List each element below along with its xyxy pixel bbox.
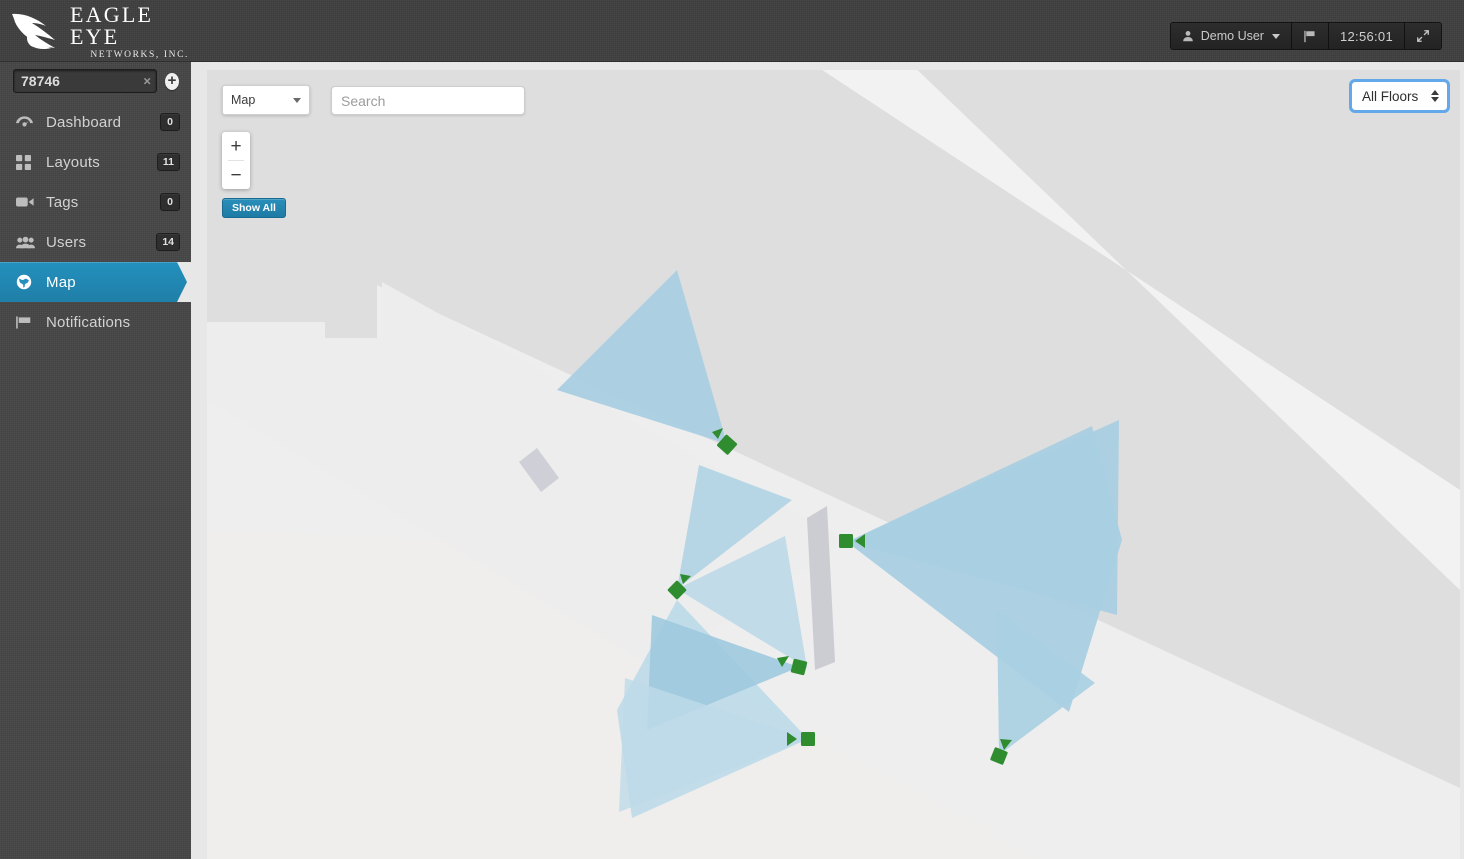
sidebar-search-bar: × + bbox=[13, 69, 179, 93]
sidebar-item-badge: 0 bbox=[160, 113, 180, 131]
sidebar-item-dashboard[interactable]: Dashboard 0 bbox=[0, 102, 191, 142]
zoom-in-button[interactable]: + bbox=[222, 132, 250, 160]
sidebar-item-badge: 0 bbox=[160, 193, 180, 211]
eagle-logo-icon bbox=[12, 13, 55, 50]
sidebar-item-layouts[interactable]: Layouts 11 bbox=[0, 142, 191, 182]
zoom-out-button[interactable]: − bbox=[222, 161, 250, 189]
flag-icon bbox=[1303, 30, 1317, 43]
chevron-down-icon bbox=[1271, 33, 1280, 39]
app-root: EAGLE EYE NETWORKS, INC. Demo User 12:56… bbox=[0, 0, 1464, 859]
sidebar-item-label: Notifications bbox=[46, 313, 131, 331]
fullscreen-button[interactable] bbox=[1405, 23, 1441, 49]
sidebar-item-label: Tags bbox=[46, 193, 79, 211]
expand-icon bbox=[1416, 29, 1430, 43]
sidebar-item-label: Dashboard bbox=[46, 113, 122, 131]
flag-icon bbox=[16, 313, 38, 331]
clear-search-icon[interactable]: × bbox=[143, 75, 151, 88]
floor-filter-label: All Floors bbox=[1362, 88, 1419, 104]
brand-subtitle: NETWORKS, INC. bbox=[90, 49, 189, 60]
sidebar-search-input[interactable] bbox=[14, 73, 156, 89]
chevron-down-icon bbox=[293, 97, 301, 103]
brand-title: EAGLE EYE bbox=[70, 1, 154, 49]
globe-icon bbox=[16, 273, 38, 291]
users-icon bbox=[16, 233, 38, 251]
flag-button[interactable] bbox=[1291, 23, 1329, 49]
header-actions: Demo User 12:56:01 bbox=[1169, 22, 1442, 50]
map-zoom-controls: + − bbox=[222, 132, 250, 189]
user-menu-button[interactable]: Demo User bbox=[1170, 23, 1292, 49]
brand-logo[interactable]: EAGLE EYE NETWORKS, INC. bbox=[10, 3, 190, 59]
sidebar-item-notifications[interactable]: Notifications bbox=[0, 302, 191, 342]
sidebar-item-badge: 14 bbox=[156, 233, 180, 251]
active-indicator-notch bbox=[177, 262, 191, 302]
sidebar: × + Dashboard 0 bbox=[0, 62, 191, 859]
user-name-label: Demo User bbox=[1200, 29, 1264, 43]
updown-spinner-icon bbox=[1431, 90, 1439, 102]
map-canvas[interactable] bbox=[207, 70, 1460, 859]
sidebar-item-badge: 11 bbox=[156, 153, 180, 171]
sidebar-item-tags[interactable]: Tags 0 bbox=[0, 182, 191, 222]
main-content: Map + − Show All All Floors bbox=[191, 62, 1464, 859]
add-button[interactable]: + bbox=[165, 71, 179, 90]
plus-circle-icon: + bbox=[167, 71, 177, 89]
top-bar: EAGLE EYE NETWORKS, INC. Demo User 12:56… bbox=[0, 0, 1464, 62]
map-viewport[interactable]: Map + − Show All All Floors bbox=[207, 70, 1460, 859]
map-search-box[interactable] bbox=[331, 86, 525, 115]
sidebar-item-label: Layouts bbox=[46, 153, 100, 171]
clock-display: 12:56:01 bbox=[1328, 23, 1405, 49]
sidebar-item-label: Map bbox=[46, 273, 76, 291]
map-type-select[interactable]: Map bbox=[222, 85, 310, 115]
sidebar-nav: Dashboard 0 Layouts 11 Tags 0 Users 14 M… bbox=[0, 102, 191, 342]
layouts-icon bbox=[16, 153, 38, 171]
map-type-label: Map bbox=[231, 93, 256, 107]
sidebar-item-label: Users bbox=[46, 233, 87, 251]
map-search-input[interactable] bbox=[332, 87, 524, 114]
sidebar-item-users[interactable]: Users 14 bbox=[0, 222, 191, 262]
brand-text: EAGLE EYE NETWORKS, INC. bbox=[70, 1, 190, 61]
dashboard-icon bbox=[16, 113, 38, 131]
sidebar-search-field[interactable]: × bbox=[13, 69, 157, 93]
sidebar-item-map[interactable]: Map bbox=[0, 262, 191, 302]
camera-icon bbox=[16, 193, 38, 211]
show-all-button[interactable]: Show All bbox=[222, 198, 286, 218]
user-icon bbox=[1182, 30, 1194, 42]
floor-filter-select[interactable]: All Floors bbox=[1349, 79, 1450, 113]
